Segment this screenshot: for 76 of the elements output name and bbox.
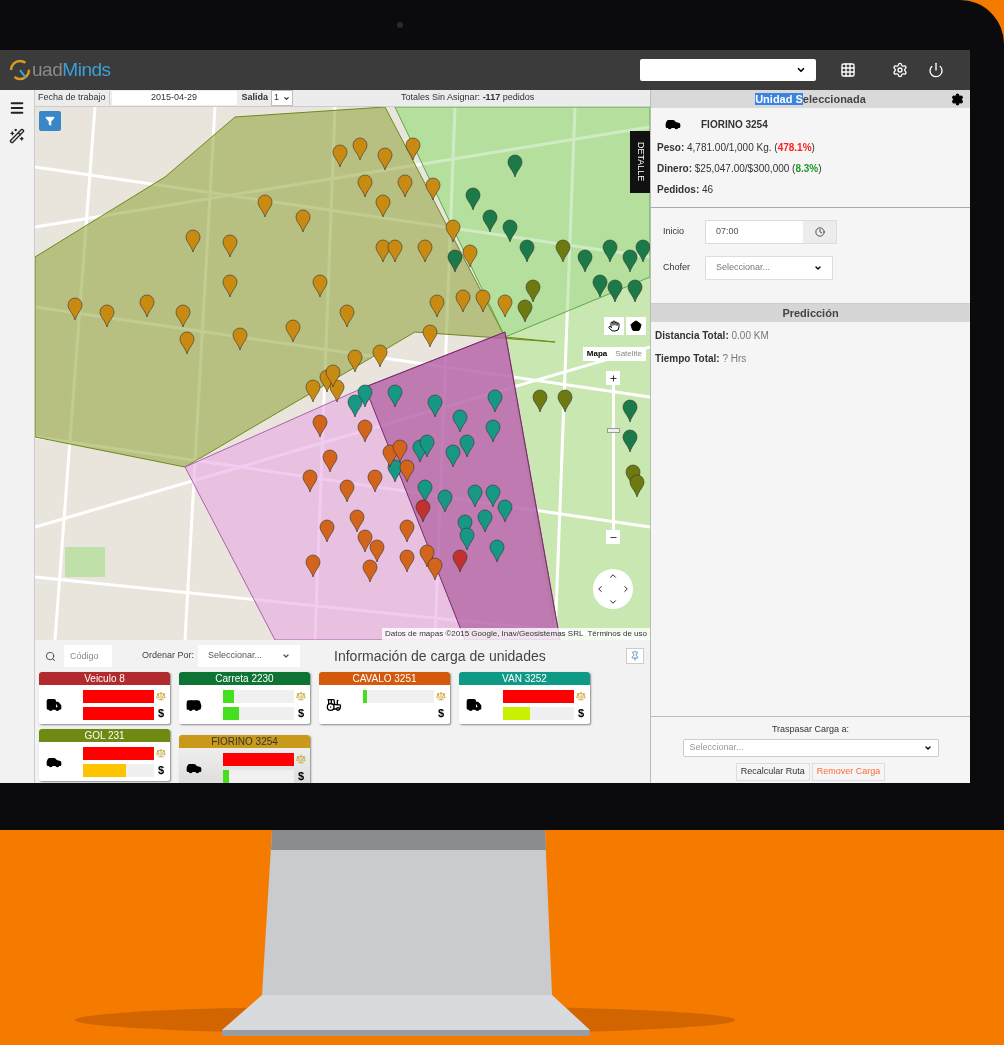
terms-link[interactable]: Términos de uso — [587, 628, 647, 640]
units-panel-title: Información de carga de unidades — [334, 646, 546, 666]
driver-label: Chofer — [663, 261, 691, 275]
detail-side-tab[interactable]: DETALLE — [630, 131, 650, 193]
driver-select[interactable]: Seleccionar... — [705, 256, 833, 280]
plus-icon — [608, 373, 618, 383]
scale-icon — [156, 691, 166, 701]
start-label: Inicio — [663, 225, 685, 239]
power-icon[interactable] — [928, 62, 944, 78]
caret-icon — [923, 744, 932, 752]
zoom-thumb[interactable] — [606, 428, 620, 434]
search-icon[interactable] — [45, 650, 56, 662]
money-symbol: $ — [296, 768, 306, 783]
magic-wand-icon[interactable] — [9, 128, 25, 144]
unassigned-totals: Totales Sin Asignar: -117 pedidos — [401, 91, 535, 105]
unit-card[interactable]: CAVALO 3251 $ — [319, 672, 450, 724]
pin-icon — [630, 651, 640, 661]
draw-polygon-button[interactable] — [626, 317, 646, 335]
filter-button[interactable] — [39, 111, 61, 131]
money-symbol: $ — [156, 705, 166, 721]
unit-card[interactable]: Veiculo 8 $ — [39, 672, 170, 724]
map-type-tab[interactable]: Mapa — [582, 347, 612, 361]
date-field[interactable]: 2015-04-29 — [111, 91, 237, 105]
unit-card[interactable]: Carreta 2230 $ — [179, 672, 310, 724]
scale-icon — [296, 754, 306, 764]
map-attribution: Datos de mapas ©2015 Google, Inav/Geosistemas SRL — [384, 628, 584, 640]
money-symbol: $ — [576, 705, 586, 721]
filter-icon — [45, 116, 55, 126]
hand-tool-button[interactable] — [604, 317, 624, 335]
date-label: Fecha de trabajo — [35, 91, 110, 105]
code-search-field[interactable]: Código — [64, 645, 112, 667]
polygon-icon — [630, 320, 642, 332]
unit-name: Veiculo 8 — [39, 672, 170, 685]
logo-q-icon — [8, 58, 32, 82]
money-symbol: $ — [156, 762, 166, 778]
unit-stat: Peso: 4,781.00/1,000 Kg. (478.1%) — [657, 141, 816, 155]
zoom-in-button[interactable] — [606, 371, 620, 385]
scale-icon — [436, 691, 446, 701]
scale-icon — [576, 691, 586, 701]
settings-icon[interactable] — [951, 92, 964, 106]
panel-action-button[interactable]: Recalcular Ruta — [735, 763, 810, 781]
money-symbol: $ — [436, 705, 446, 721]
caret-icon — [282, 652, 291, 660]
sort-label: Ordenar Por: — [142, 649, 195, 663]
unit-card[interactable]: FIORINO 3254 $ — [179, 735, 310, 783]
caret-icon — [283, 94, 291, 102]
start-time-field[interactable]: 07:00 — [705, 220, 837, 244]
scale-icon — [156, 748, 166, 758]
logo-wordmark: uadMinds — [32, 57, 111, 82]
prediction-stat: Distancia Total: 0.00 KM — [655, 329, 770, 343]
unit-name: GOL 231 — [39, 729, 170, 742]
sort-select[interactable]: Seleccionar... — [198, 645, 301, 667]
unit-name-heading: FIORINO 3254 — [701, 117, 768, 132]
unit-stat: Pedidos: 46 — [657, 183, 715, 197]
unit-name: Carreta 2230 — [179, 672, 310, 685]
scale-icon — [296, 691, 306, 701]
caret-icon — [814, 264, 822, 272]
unit-card[interactable]: VAN 3252 $ — [459, 672, 590, 724]
prediction-header: Predicción — [651, 304, 970, 322]
unit-stat: Dinero: $25,047.00/$300,000 (8.3%) — [657, 162, 823, 176]
transfer-label: Traspasar Carga a: — [771, 722, 850, 736]
unit-name: CAVALO 3251 — [319, 672, 450, 685]
zoom-out-button[interactable] — [606, 530, 620, 544]
unit-card[interactable]: GOL 231 $ — [39, 729, 170, 781]
unit-name: VAN 3252 — [459, 672, 590, 685]
apps-grid-icon[interactable] — [840, 62, 856, 78]
hand-icon — [608, 320, 620, 332]
unit-name: FIORINO 3254 — [179, 735, 310, 748]
clock-icon — [814, 227, 825, 237]
money-symbol: $ — [296, 705, 306, 721]
map-type-tab[interactable]: Satelite — [611, 347, 646, 361]
prediction-stat: Tiempo Total: ? Hrs — [655, 352, 748, 366]
salida-select[interactable]: 1 — [271, 90, 294, 106]
salida-label: Salida — [240, 91, 270, 105]
menu-icon[interactable] — [9, 100, 25, 116]
caret-icon — [796, 65, 806, 75]
